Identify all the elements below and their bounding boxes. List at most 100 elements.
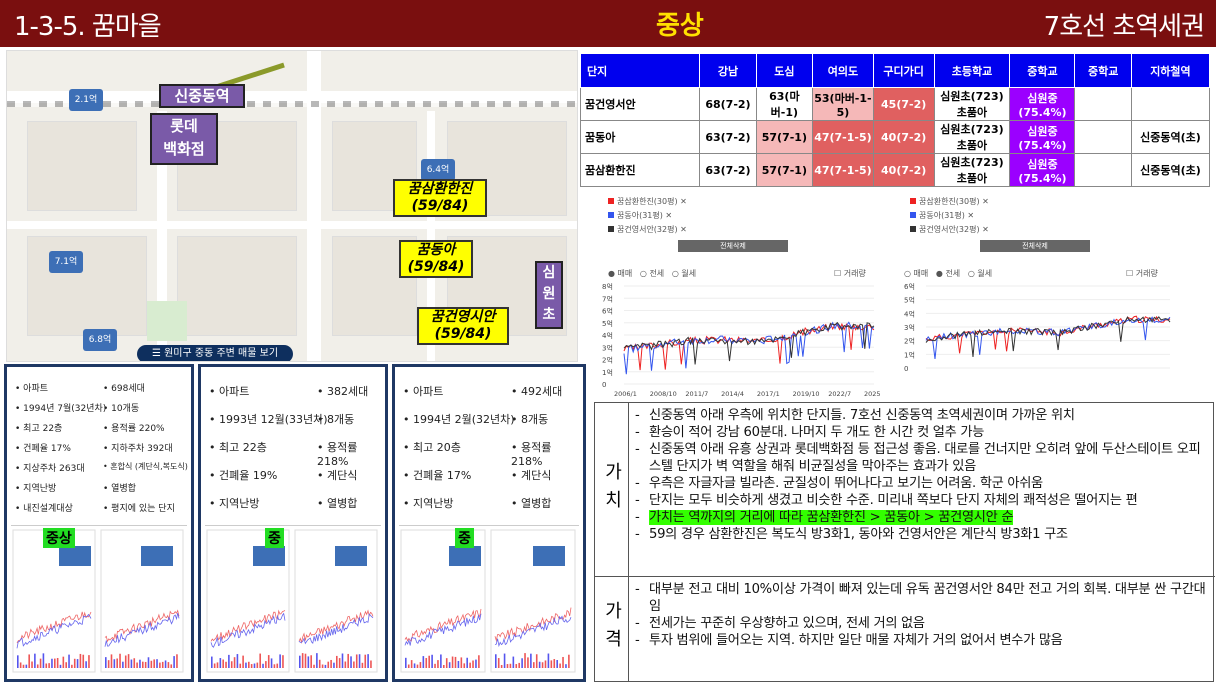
thumb-volume-bar [110,654,113,668]
tab-monthly[interactable]: ○ 월세 [672,269,696,278]
highlight-text: 가치는 역까지의 거리에 따라 꿈삼환한진 > 꿈동아 > 꿈건영시안 순 [649,510,1014,525]
y-tick-label: 6억 [904,283,915,291]
legend-item[interactable]: 꿈건영서안(32평) ✕ [608,224,687,235]
x-tick-label: 2017/1 [757,390,780,398]
price-series-line [623,321,875,365]
page-title: 1-3-5. 꿈마을 [14,12,162,42]
thumb-volume-bar [230,661,233,668]
col-header[interactable]: 중학교 [1009,53,1076,88]
apt-label-geonyoung: 꿈건영시안 (59/84) [417,307,509,345]
map-view[interactable]: 2.1억 6.4억 7.1억 6.8억 신중동역 롯데 백화점 심 원 초 꿈삼… [6,50,578,362]
price-pin[interactable]: 6.8억 [83,329,117,351]
y-tick-label: 1억 [602,369,613,377]
thumb-volume-bar [472,660,474,668]
thumb-volume-bar [222,659,224,668]
col-header[interactable]: 구디가디 [872,53,935,88]
thumb-volume-bar [466,657,468,668]
thumb-volume-bar [451,656,454,668]
grade-tag: 중 [455,528,474,548]
thumb-volume-bar [228,654,230,668]
thumb-volume-bar [216,662,219,668]
info-item: • 용적률 220% [103,424,165,434]
thumb-volume-bar [448,662,451,668]
thumb-volume-bar [34,653,36,668]
thumb-volume-bar [144,661,147,668]
cell: 신중동역(초) [1130,153,1211,187]
thumb-volume-bar [475,659,477,668]
map-block [177,236,297,336]
thumb-volume-bar [250,664,253,668]
info-item: • 아파트 [15,384,49,394]
sale-price-chart-panel: 꿈삼환한진(30평) ✕ 꿈동아(31평) ✕ 꿈건영서안(32평) ✕ 전체삭… [598,192,880,398]
delete-all-button[interactable]: 전체삭제 [980,240,1090,252]
price-pin[interactable]: 2.1억 [69,89,103,111]
list-item: 환승이 적어 강남 60분대. 나머지 두 개도 한 시간 컷 얼추 가능 [635,424,1209,441]
thumb-volume-bar [107,660,110,668]
y-tick-label: 3억 [602,344,613,352]
thumbnail-chart [400,529,576,673]
tab-sale[interactable]: ● 매매 [608,269,632,278]
table-row: 꿈삼환한진 63(7-2) 57(7-1) 47(7-1-5) 40(7-2) … [579,153,1211,187]
legend-item[interactable]: 꿈건영서안(32평) ✕ [910,224,989,235]
thumb-volume-bar [553,659,556,668]
thumb-volume-bar [164,660,167,668]
delete-all-button[interactable]: 전체삭제 [678,240,788,252]
col-header[interactable]: 중학교 [1074,53,1132,88]
thumb-volume-bar [39,658,42,668]
cell: 심원초(723) 초품아 [933,153,1011,187]
nearby-listings-button[interactable]: ☰ 원미구 중동 주변 매물 보기 [137,345,293,361]
y-tick-label: 2억 [904,338,915,346]
col-header[interactable]: 여의도 [812,53,874,88]
tab-jeonse[interactable]: ● 전세 [936,269,960,278]
thumb-volume-bar [54,658,56,668]
thumb-volume-bar [19,662,22,668]
thumb-volume-bar [550,660,553,668]
x-tick-label: 2019/10 [793,390,820,398]
cell: 심원중 (75.4%) [1009,120,1076,154]
thumb-volume-bar [273,664,276,668]
table-row: 꿈건영서안 68(7-2) 63(마버-1) 53(마버-1-5) 45(7-2… [579,87,1211,121]
legend-item[interactable]: 꿈삼환한진(30평) ✕ [910,196,989,207]
col-header[interactable]: 초등학교 [933,53,1011,88]
thumb-volume-bar [503,653,506,668]
col-header[interactable]: 도심 [755,53,814,88]
thumb-info-box [253,546,285,566]
thumb-volume-bar [262,663,264,668]
thumb-volume-bar [344,661,347,668]
price-pin[interactable]: 7.1억 [49,251,83,273]
thumb-volume-bar [256,662,259,668]
value-list: 신중동역 아래 우측에 위치한 단지들. 7호선 신중동역 초역세권이며 가까운… [635,407,1209,543]
thumbnail-chart [206,529,378,673]
thumb-volume-bar [176,654,178,668]
thumb-volume-bar [445,658,448,668]
thumb-volume-bar [279,654,281,668]
legend-item[interactable]: 꿈동아(31평) ✕ [608,210,672,221]
price-series-line [623,321,875,375]
thumb-volume-bar [310,655,312,668]
station-label: 신중동역 [159,84,245,108]
volume-toggle[interactable]: ☐ 거래량 [834,268,866,279]
price-pin[interactable]: 6.4억 [421,159,455,181]
tab-monthly[interactable]: ○ 월세 [968,269,992,278]
tab-sale[interactable]: ○ 매매 [904,269,928,278]
thumb-info-box [59,546,91,566]
legend-item[interactable]: 꿈동아(31평) ✕ [910,210,974,221]
info-item: • 지역난방 [209,497,260,510]
thumb-volume-bar [327,661,330,668]
cell: 63(7-2) [699,153,757,187]
thumb-volume-bar [153,659,155,668]
info-item: • 건폐율 17% [15,444,71,454]
col-header[interactable]: 강남 [699,53,757,88]
col-header[interactable]: 단지 [579,53,701,88]
y-tick-label: 6억 [602,308,613,316]
y-tick-label: 5억 [904,297,915,305]
thumb-volume-bar [59,664,62,668]
info-item: • 계단식 [317,469,358,482]
thumb-volume-bar [367,654,369,668]
volume-toggle[interactable]: ☐ 거래량 [1126,268,1158,279]
tab-jeonse[interactable]: ○ 전세 [640,269,664,278]
thumb-volume-bar [370,660,372,668]
col-header[interactable]: 지하철역 [1130,53,1211,88]
map-park [147,301,187,341]
legend-item[interactable]: 꿈삼환한진(30평) ✕ [608,196,687,207]
